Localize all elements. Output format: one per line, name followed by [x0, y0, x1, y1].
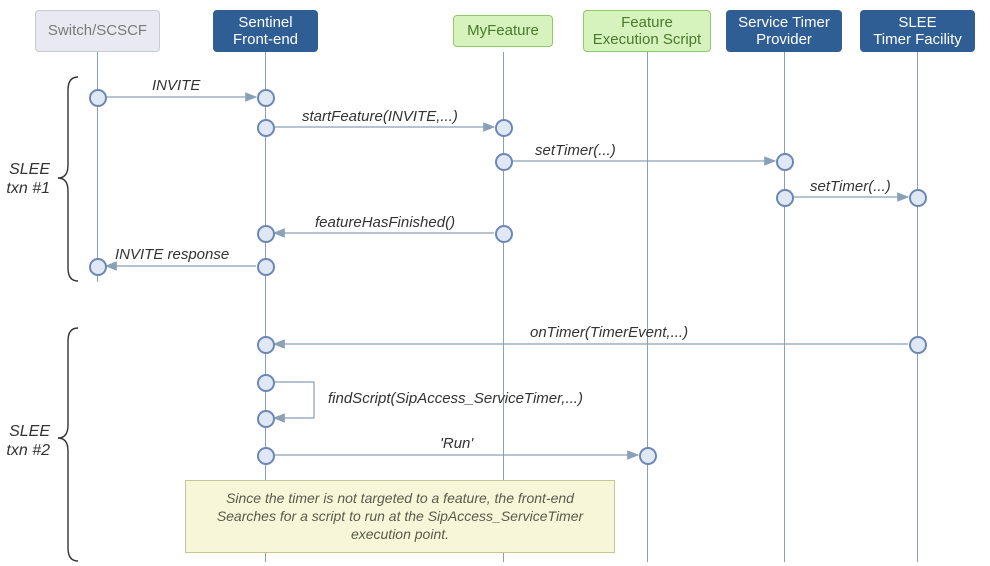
node [776, 153, 794, 171]
node [257, 374, 275, 392]
txn1-label: SLEE txn #1 [0, 160, 50, 198]
node [495, 225, 513, 243]
node [257, 447, 275, 465]
participant-stf: SLEE Timer Facility [860, 10, 975, 52]
node [776, 189, 794, 207]
lifeline-scscf [97, 52, 98, 282]
msg-on-timer: onTimer(TimerEvent,...) [530, 324, 688, 341]
node [257, 225, 275, 243]
participant-fes: Feature Execution Script [583, 10, 711, 52]
node [257, 410, 275, 428]
lifeline-fes [647, 52, 648, 562]
msg-feature-has-finished: featureHasFinished() [315, 214, 455, 231]
diagram-note: Since the timer is not targeted to a fea… [185, 480, 615, 553]
msg-invite: INVITE [152, 77, 200, 94]
node [257, 119, 275, 137]
msg-find-script: findScript(SipAccess_ServiceTimer,...) [328, 390, 583, 407]
participant-myfeature: MyFeature [453, 15, 553, 47]
lifeline-stp [784, 52, 785, 562]
msg-set-timer-2: setTimer(...) [810, 178, 891, 195]
txn2-label: SLEE txn #2 [0, 422, 50, 460]
node [909, 336, 927, 354]
node [257, 89, 275, 107]
node [89, 258, 107, 276]
node [909, 189, 927, 207]
node [257, 336, 275, 354]
participant-stp: Service Timer Provider [726, 10, 842, 52]
node [639, 447, 657, 465]
node [495, 119, 513, 137]
node [495, 153, 513, 171]
msg-start-feature: startFeature(INVITE,...) [302, 108, 458, 125]
node [257, 258, 275, 276]
participant-scscf: Switch/SCSCF [35, 10, 160, 52]
node [89, 89, 107, 107]
msg-invite-response: INVITE response [115, 246, 229, 263]
lifeline-stf [917, 52, 918, 562]
participant-frontend: Sentinel Front-end [213, 10, 318, 52]
msg-run: 'Run' [440, 435, 473, 452]
msg-set-timer-1: setTimer(...) [535, 142, 616, 159]
